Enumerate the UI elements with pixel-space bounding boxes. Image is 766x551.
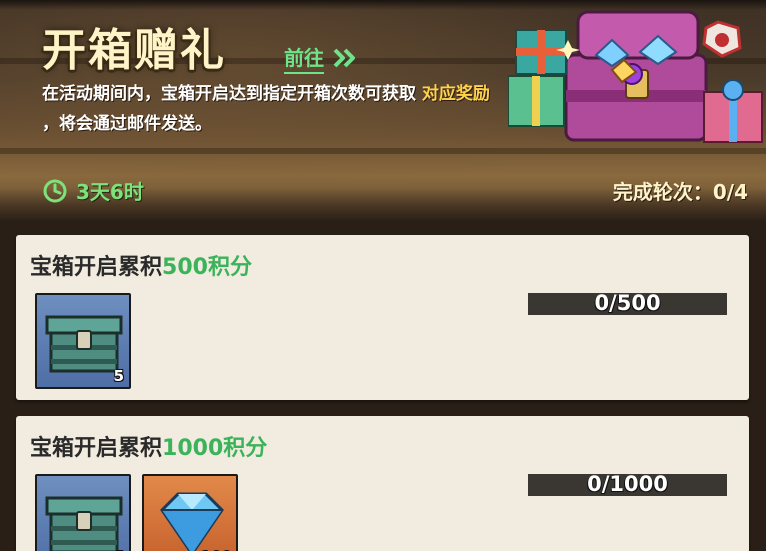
tier-title-prefix: 宝箱开启累积 (30, 436, 163, 461)
progress-bar: 0/1000 (528, 472, 727, 496)
reward-tier-card: 宝箱开启累积1000积分 5 100 0/1000 (16, 416, 749, 551)
tier-title-prefix: 宝箱开启累积 (30, 255, 163, 280)
tier-points: 500积分 (162, 255, 252, 280)
description-text-end: ，将会通过邮件发送。 (42, 114, 212, 134)
event-description: 在活动期间内，宝箱开启达到指定开箱次数可获取 对应奖励 ，将会通过邮件发送。 (42, 79, 512, 139)
clock-icon (43, 179, 67, 202)
tier-title: 宝箱开启累积1000积分 (30, 430, 267, 462)
rounds-value: 0/4 (712, 180, 748, 204)
goto-button[interactable]: 前往 (284, 42, 358, 74)
reward-tier-card: 宝箱开启累积500积分 5 0/500 (16, 235, 749, 400)
gift-chest-artwork (508, 10, 763, 143)
reward-item[interactable]: 5 (35, 474, 131, 551)
event-banner: 开箱赠礼 前往 在活动期间内，宝箱开启达到指定开箱次数可获取 对应奖励 ，将会通… (0, 0, 766, 220)
goto-label: 前往 (284, 42, 324, 74)
timer-value: 3天6时 (76, 180, 144, 204)
description-text: 在活动期间内，宝箱开启达到指定开箱次数可获取 (42, 84, 416, 104)
treasure-chest-icon (45, 496, 123, 551)
double-chevron-right-icon (333, 48, 355, 68)
completed-rounds: 完成轮次：0/4 (613, 176, 748, 205)
countdown-timer: 3天6时 (42, 176, 144, 205)
tier-points: 1000积分 (162, 436, 268, 461)
progress-text: 0/1000 (587, 472, 668, 496)
reward-item[interactable]: 100 (142, 474, 238, 551)
blue-diamond-icon (160, 492, 224, 551)
progress-bar: 0/500 (528, 291, 727, 315)
page-title: 开箱赠礼 (42, 25, 226, 76)
tier-title: 宝箱开启累积500积分 (30, 249, 252, 281)
reward-quantity: 5 (113, 367, 124, 385)
reward-item[interactable]: 5 (35, 293, 131, 389)
rounds-label: 完成轮次： (612, 180, 713, 204)
progress-text: 0/500 (594, 291, 661, 315)
description-highlight: 对应奖励 (421, 84, 490, 104)
